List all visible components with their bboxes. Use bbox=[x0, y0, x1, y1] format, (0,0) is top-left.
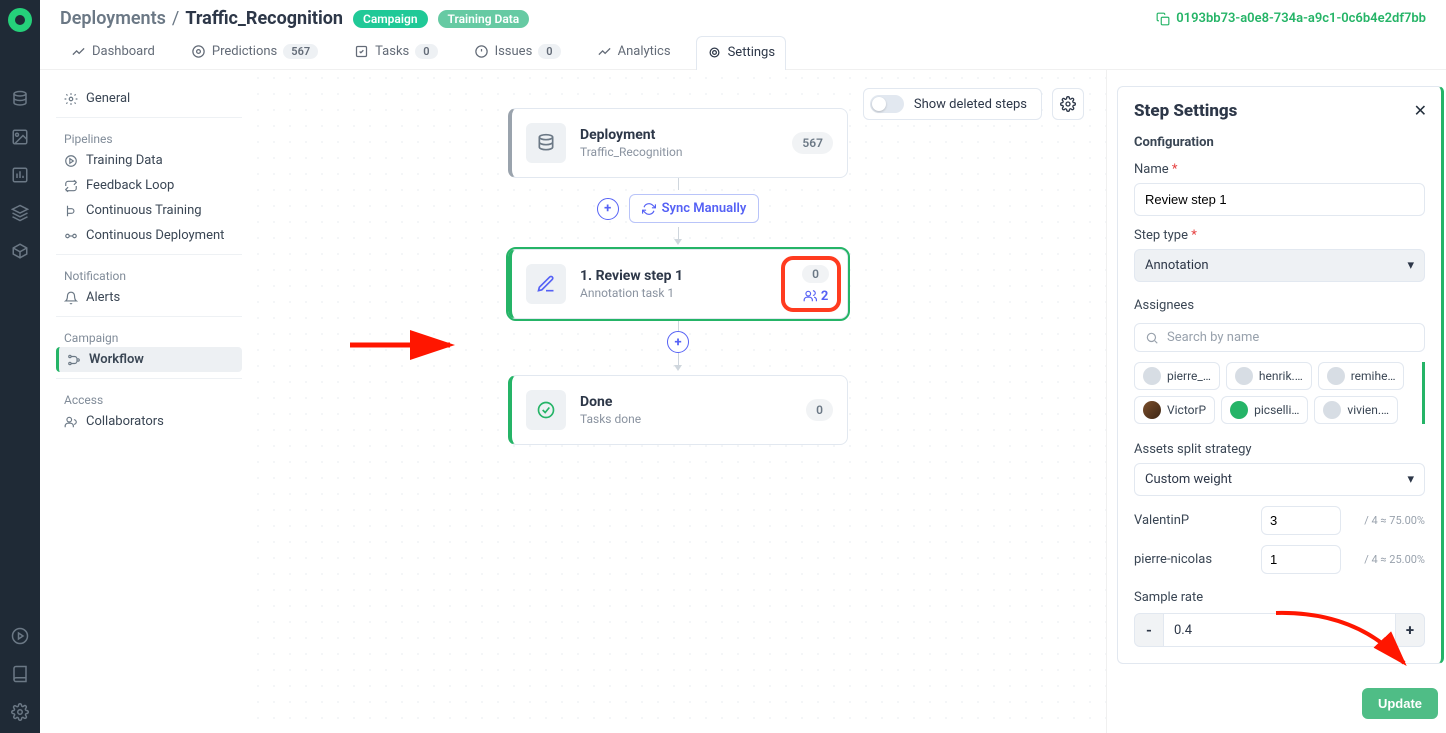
node-deployment-count: 567 bbox=[792, 132, 833, 154]
add-step-button[interactable]: + bbox=[597, 198, 619, 220]
label-assignees: Assignees bbox=[1134, 298, 1194, 313]
panel-title: Step Settings bbox=[1134, 101, 1425, 121]
sample-rate-stepper: - 0.4 + bbox=[1134, 613, 1425, 647]
label-type: Step type bbox=[1134, 228, 1188, 243]
node-review-title: 1. Review step 1 bbox=[580, 268, 683, 284]
settings-icon[interactable] bbox=[11, 703, 29, 721]
sidebar-item-general[interactable]: General bbox=[56, 86, 242, 111]
group-campaign: Campaign bbox=[56, 325, 242, 347]
node-review-assignees: 2 bbox=[803, 289, 828, 304]
predictions-count: 567 bbox=[283, 44, 318, 59]
left-rail bbox=[0, 0, 40, 733]
tab-issues[interactable]: Issues0 bbox=[463, 35, 572, 69]
node-review-sub: Annotation task 1 bbox=[580, 286, 683, 300]
workflow-canvas: Show deleted steps Deployment Traffic_Re… bbox=[250, 70, 1106, 733]
canvas-settings-button[interactable] bbox=[1052, 88, 1084, 120]
group-pipelines: Pipelines bbox=[56, 126, 242, 148]
node-review-step[interactable]: 1. Review step 1 Annotation task 1 0 2 bbox=[508, 249, 848, 319]
breadcrumb-sep: / bbox=[172, 8, 179, 29]
node-deployment-title: Deployment bbox=[580, 127, 683, 143]
group-access: Access bbox=[56, 387, 242, 409]
tab-dashboard[interactable]: Dashboard bbox=[60, 35, 166, 69]
chip-henrik[interactable]: henrik.… bbox=[1226, 362, 1312, 390]
split-strategy-select[interactable]: Custom weight▾ bbox=[1134, 463, 1425, 496]
badge-campaign: Campaign bbox=[353, 10, 428, 28]
tab-tasks[interactable]: Tasks0 bbox=[343, 35, 448, 69]
sidebar-item-alerts[interactable]: Alerts bbox=[56, 285, 242, 310]
name-input[interactable] bbox=[1134, 183, 1425, 216]
label-split: Assets split strategy bbox=[1134, 442, 1425, 457]
header: Deployments / Traffic_Recognition Campai… bbox=[40, 0, 1446, 35]
section-config: Configuration bbox=[1134, 135, 1425, 150]
badge-training-data: Training Data bbox=[438, 10, 530, 28]
play-icon[interactable] bbox=[11, 627, 29, 645]
step-settings-panel: Step Settings ✕ Configuration Name * Ste… bbox=[1117, 86, 1444, 664]
layers-icon[interactable] bbox=[11, 204, 29, 222]
image-icon[interactable] bbox=[11, 128, 29, 146]
sidebar-item-collaborators[interactable]: Collaborators bbox=[56, 409, 242, 434]
settings-sidebar: General Pipelines Training Data Feedback… bbox=[40, 70, 250, 733]
sample-minus[interactable]: - bbox=[1134, 613, 1164, 647]
deployment-id[interactable]: 0193bb73-a0e8-734a-a9c1-0c6b4e2df7bb bbox=[1176, 11, 1426, 26]
assignee-chips: pierre_… henrik.… remihe… VictorP picsel… bbox=[1134, 362, 1425, 424]
update-button[interactable]: Update bbox=[1362, 688, 1438, 719]
book-icon[interactable] bbox=[11, 665, 29, 683]
chevron-down-icon: ▾ bbox=[1407, 472, 1414, 487]
close-icon[interactable]: ✕ bbox=[1414, 101, 1427, 120]
add-step-button-2[interactable]: + bbox=[667, 331, 689, 353]
split-input-pierre[interactable] bbox=[1261, 545, 1341, 574]
tab-predictions[interactable]: Predictions567 bbox=[180, 35, 329, 69]
node-done-count: 0 bbox=[806, 399, 833, 421]
sidebar-item-continuous-training[interactable]: Continuous Training bbox=[56, 198, 242, 223]
tab-settings[interactable]: Settings bbox=[696, 36, 786, 70]
annotation-arrow-1 bbox=[350, 330, 470, 360]
sidebar-item-feedback-loop[interactable]: Feedback Loop bbox=[56, 173, 242, 198]
app-logo[interactable] bbox=[8, 8, 32, 32]
node-deployment-sub: Traffic_Recognition bbox=[580, 145, 683, 159]
issues-count: 0 bbox=[538, 44, 560, 59]
node-deployment[interactable]: Deployment Traffic_Recognition 567 bbox=[508, 108, 848, 178]
chevron-down-icon: ▾ bbox=[1407, 258, 1414, 273]
cube-icon[interactable] bbox=[11, 242, 29, 260]
breadcrumb-root[interactable]: Deployments bbox=[60, 8, 166, 29]
node-review-count: 0 bbox=[802, 265, 829, 283]
label-name: Name bbox=[1134, 162, 1169, 177]
step-type-select[interactable]: Annotation▾ bbox=[1134, 249, 1425, 282]
sample-value[interactable]: 0.4 bbox=[1164, 613, 1395, 647]
breadcrumb-leaf: Traffic_Recognition bbox=[185, 8, 343, 29]
sidebar-item-continuous-deployment[interactable]: Continuous Deployment bbox=[56, 223, 242, 248]
sync-manually-button[interactable]: Sync Manually bbox=[629, 194, 760, 223]
label-sample: Sample rate bbox=[1134, 590, 1425, 605]
split-row-pierre: pierre-nicolas / 4 ≈ 25.00% bbox=[1134, 545, 1425, 574]
chip-remi[interactable]: remihe… bbox=[1318, 362, 1405, 390]
assignee-search[interactable]: Search by name bbox=[1134, 323, 1425, 352]
tab-analytics[interactable]: Analytics bbox=[586, 35, 682, 69]
search-icon bbox=[1145, 331, 1159, 345]
show-deleted-toggle[interactable]: Show deleted steps bbox=[863, 88, 1042, 120]
tabs: Dashboard Predictions567 Tasks0 Issues0 … bbox=[40, 35, 1446, 70]
node-done-sub: Tasks done bbox=[580, 412, 641, 426]
node-done-title: Done bbox=[580, 394, 641, 410]
tasks-count: 0 bbox=[415, 44, 437, 59]
split-row-valentin: ValentinP / 4 ≈ 75.00% bbox=[1134, 506, 1425, 535]
split-input-valentin[interactable] bbox=[1261, 506, 1341, 535]
group-notification: Notification bbox=[56, 263, 242, 285]
chip-picsellia[interactable]: picselli… bbox=[1221, 396, 1308, 424]
sidebar-item-training-data[interactable]: Training Data bbox=[56, 148, 242, 173]
chip-pierre[interactable]: pierre_… bbox=[1134, 362, 1220, 390]
sample-plus[interactable]: + bbox=[1395, 613, 1425, 647]
copy-icon[interactable] bbox=[1156, 12, 1170, 26]
chart-icon[interactable] bbox=[11, 166, 29, 184]
chip-vivien[interactable]: vivien.… bbox=[1314, 396, 1398, 424]
node-done[interactable]: Done Tasks done 0 bbox=[508, 375, 848, 445]
chip-victor[interactable]: VictorP bbox=[1134, 396, 1215, 424]
step-settings-panel-wrap: Step Settings ✕ Configuration Name * Ste… bbox=[1106, 70, 1446, 733]
database-icon[interactable] bbox=[11, 90, 29, 108]
sidebar-item-workflow[interactable]: Workflow bbox=[56, 347, 242, 372]
